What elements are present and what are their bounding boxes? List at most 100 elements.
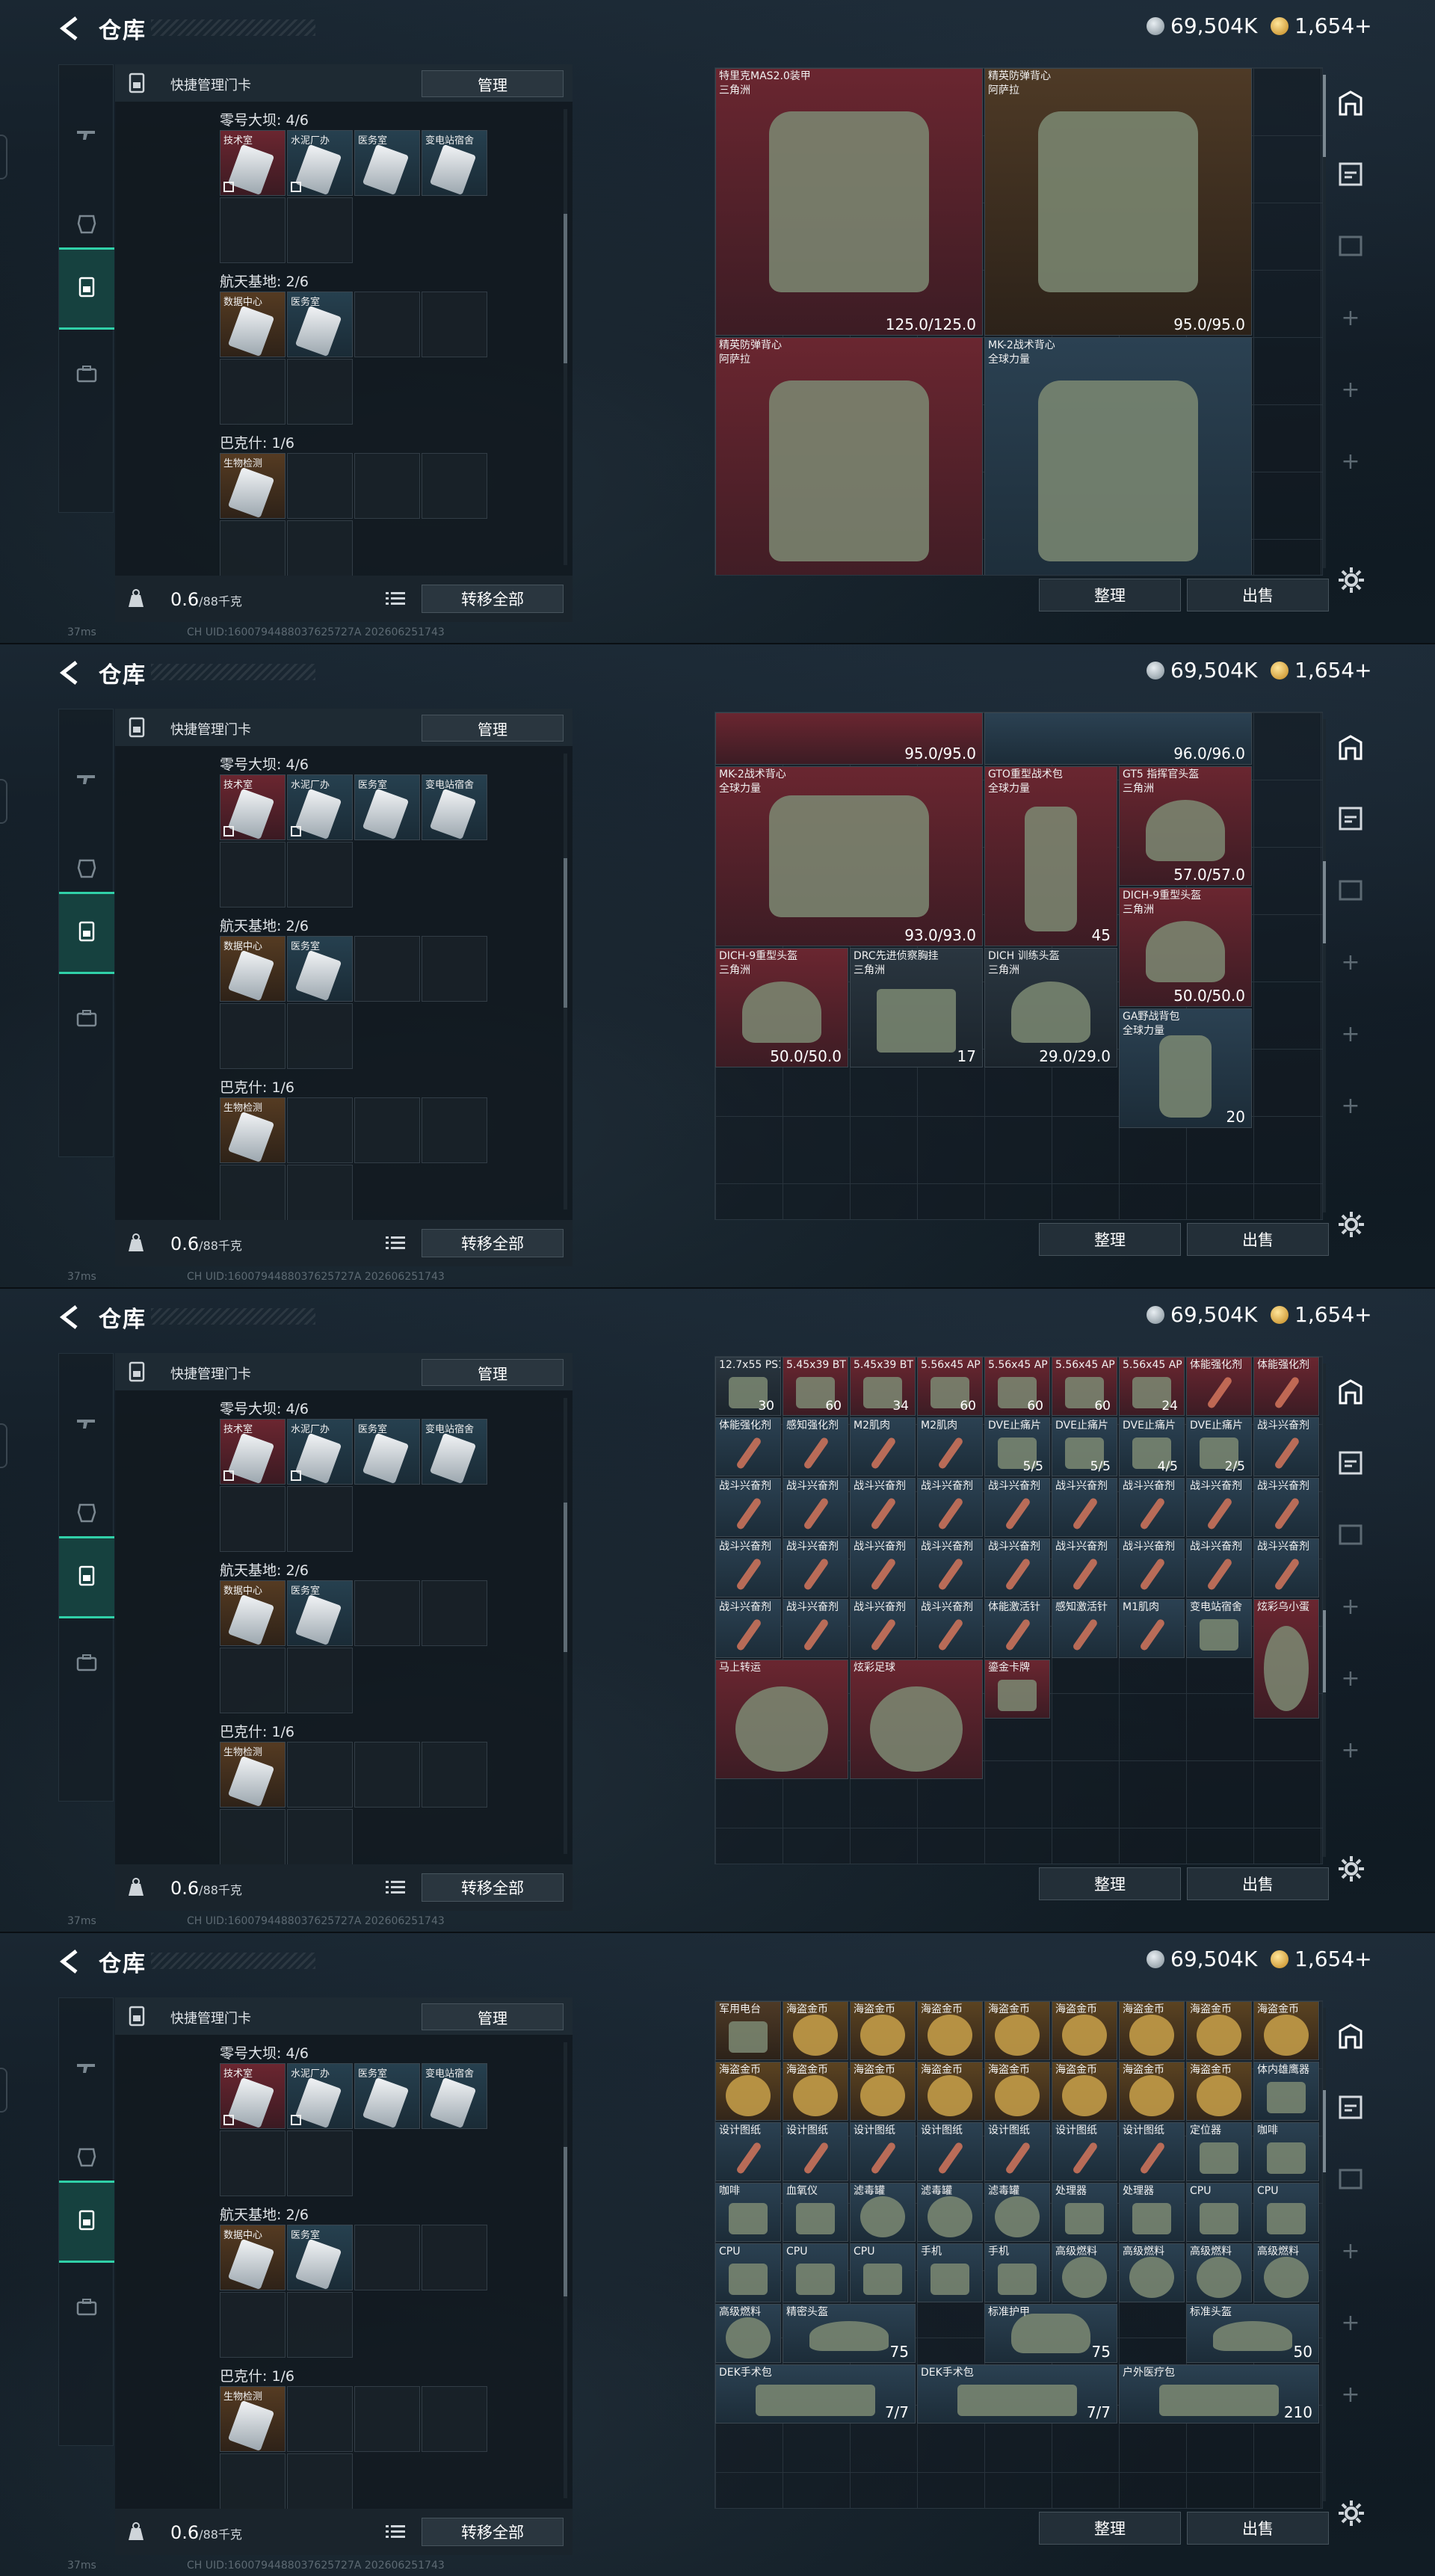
empty-keycard-slot[interactable] xyxy=(422,936,487,1002)
empty-keycard-slot[interactable] xyxy=(354,453,420,519)
inventory-item[interactable]: 标准护甲 75 xyxy=(984,2304,1117,2363)
empty-keycard-slot[interactable] xyxy=(287,2292,353,2358)
storage-page-3[interactable] xyxy=(1324,864,1377,916)
empty-keycard-slot[interactable] xyxy=(422,453,487,519)
inventory-item[interactable]: 海盗金币 xyxy=(783,2062,848,2121)
inventory-item[interactable]: 感知强化剂 xyxy=(783,1417,848,1476)
empty-keycard-slot[interactable] xyxy=(422,1580,487,1646)
sell-button[interactable]: 出售 xyxy=(1187,2512,1329,2545)
inventory-item[interactable]: 手机 xyxy=(984,2243,1050,2302)
keycard-slot[interactable]: 水泥厂办 xyxy=(287,1419,353,1485)
storage-page-1[interactable] xyxy=(1324,1366,1377,1419)
settings-gear-icon[interactable] xyxy=(1336,565,1366,595)
empty-keycard-slot[interactable] xyxy=(220,2292,286,2358)
inventory-item[interactable]: 血氧仪 xyxy=(783,2183,848,2242)
keycard-scrollbar[interactable] xyxy=(564,1398,567,1854)
add-page-button[interactable]: + xyxy=(1324,292,1377,344)
keycard-tab[interactable] xyxy=(59,247,114,330)
inventory-item[interactable]: 战斗兴奋剂 xyxy=(850,1599,916,1658)
inventory-item[interactable]: M2肌肉 xyxy=(850,1417,916,1476)
inventory-item[interactable]: 海盗金币 xyxy=(1119,2001,1185,2060)
list-icon[interactable] xyxy=(386,591,405,607)
inventory-item[interactable]: 户外医疗包 210 xyxy=(1119,2364,1319,2424)
inventory-item[interactable]: 95.0/95.0 xyxy=(715,712,983,765)
keycard-slot[interactable]: 医务室 xyxy=(354,774,420,840)
sell-button[interactable]: 出售 xyxy=(1187,1867,1329,1900)
keycard-slot[interactable]: 变电站宿舍 xyxy=(422,2063,487,2129)
inventory-item[interactable]: 战斗兴奋剂 xyxy=(850,1538,916,1597)
keycard-slot[interactable]: 数据中心 xyxy=(220,1580,286,1646)
edge-handle[interactable] xyxy=(0,2068,7,2113)
inventory-item[interactable]: 战斗兴奋剂 xyxy=(1119,1478,1185,1537)
weapons-tab[interactable] xyxy=(59,1384,114,1466)
keycard-slot[interactable]: 医务室 xyxy=(287,2225,353,2290)
inventory-item[interactable]: 海盗金币 xyxy=(1253,2001,1319,2060)
inventory-item[interactable]: CPU xyxy=(783,2243,848,2302)
inventory-item[interactable]: 设计图纸 xyxy=(1119,2122,1185,2181)
sort-button[interactable]: 整理 xyxy=(1039,1223,1181,1256)
inventory-item[interactable]: 定位器 xyxy=(1186,2122,1252,2181)
empty-keycard-slot[interactable] xyxy=(287,1003,353,1069)
empty-keycard-slot[interactable] xyxy=(422,2386,487,2452)
empty-keycard-slot[interactable] xyxy=(354,936,420,1002)
inventory-item[interactable]: 处理器 xyxy=(1052,2183,1117,2242)
inventory-item[interactable]: CPU xyxy=(715,2243,781,2302)
inventory-item[interactable]: 海盗金币 xyxy=(1052,2001,1117,2060)
inventory-item[interactable]: 战斗兴奋剂 xyxy=(984,1478,1050,1537)
keycard-slot[interactable]: 数据中心 xyxy=(220,936,286,1002)
inventory-item[interactable]: 滤毒罐 xyxy=(984,2183,1050,2242)
inventory-item[interactable]: 高级燃料 xyxy=(1052,2243,1117,2302)
sell-button[interactable]: 出售 xyxy=(1187,579,1329,611)
keycard-scrollbar[interactable] xyxy=(564,109,567,565)
weapons-tab[interactable] xyxy=(59,2028,114,2110)
empty-keycard-slot[interactable] xyxy=(422,2225,487,2290)
inventory-item[interactable]: 处理器 xyxy=(1119,2183,1185,2242)
storage-page-1[interactable] xyxy=(1324,78,1377,130)
inventory-item[interactable]: DEK手术包 7/7 xyxy=(715,2364,916,2424)
empty-keycard-slot[interactable] xyxy=(287,1648,353,1713)
keycard-slot[interactable]: 技术室 xyxy=(220,774,286,840)
transfer-all-button[interactable]: 转移全部 xyxy=(422,585,564,613)
add-page-button[interactable]: + xyxy=(1324,363,1377,416)
inventory-item[interactable]: CPU xyxy=(850,2243,916,2302)
empty-keycard-slot[interactable] xyxy=(287,1486,353,1552)
inventory-item[interactable]: 海盗金币 xyxy=(783,2001,848,2060)
empty-keycard-slot[interactable] xyxy=(354,292,420,357)
keycard-slot[interactable]: 生物检测 xyxy=(220,1742,286,1808)
inventory-item[interactable]: 战斗兴奋剂 xyxy=(783,1599,848,1658)
inventory-item[interactable]: 战斗兴奋剂 xyxy=(917,1599,983,1658)
inventory-item[interactable]: 设计图纸 xyxy=(850,2122,916,2181)
sell-button[interactable]: 出售 xyxy=(1187,1223,1329,1256)
inventory-item[interactable]: 5.45x39 BT 60 xyxy=(783,1357,848,1416)
inventory-item[interactable]: 海盗金币 xyxy=(850,2062,916,2121)
inventory-item[interactable]: 战斗兴奋剂 xyxy=(715,1538,781,1597)
empty-keycard-slot[interactable] xyxy=(354,1742,420,1808)
inventory-item[interactable]: 5.56x45 AP 24 xyxy=(1119,1357,1185,1416)
empty-keycard-slot[interactable] xyxy=(220,1486,286,1552)
edge-handle[interactable] xyxy=(0,135,7,179)
inventory-item[interactable]: 战斗兴奋剂 xyxy=(917,1538,983,1597)
keycard-slot[interactable]: 生物检测 xyxy=(220,1097,286,1163)
empty-keycard-slot[interactable] xyxy=(287,197,353,263)
keycard-slot[interactable]: 变电站宿舍 xyxy=(422,774,487,840)
list-icon[interactable] xyxy=(386,1235,405,1251)
back-button[interactable] xyxy=(58,659,81,686)
keycard-slot[interactable]: 技术室 xyxy=(220,2063,286,2129)
storage-page-2[interactable] xyxy=(1324,2081,1377,2133)
empty-keycard-slot[interactable] xyxy=(422,1097,487,1163)
inventory-item[interactable]: 精英防弹背心 阿萨拉 95.0/95.0 xyxy=(715,337,983,575)
inventory-item[interactable]: 战斗兴奋剂 xyxy=(783,1538,848,1597)
inventory-item[interactable]: 马上转运 xyxy=(715,1660,848,1779)
inventory-item[interactable]: GA野战背包 全球力量 20 xyxy=(1119,1008,1252,1128)
inventory-item[interactable]: 战斗兴奋剂 xyxy=(850,1478,916,1537)
inventory-item[interactable]: DVE止痛片 2/5 xyxy=(1186,1417,1252,1476)
empty-keycard-slot[interactable] xyxy=(287,1097,353,1163)
inventory-item[interactable]: 战斗兴奋剂 xyxy=(917,1478,983,1537)
inventory-item[interactable]: 战斗兴奋剂 xyxy=(984,1538,1050,1597)
inventory-item[interactable]: 高级燃料 xyxy=(1119,2243,1185,2302)
storage-page-3[interactable] xyxy=(1324,1509,1377,1561)
inventory-item[interactable]: 鎏金卡牌 xyxy=(984,1660,1050,1719)
inventory-item[interactable]: 海盗金币 xyxy=(984,2062,1050,2121)
storage-page-3[interactable] xyxy=(1324,220,1377,272)
empty-keycard-slot[interactable] xyxy=(287,359,353,425)
